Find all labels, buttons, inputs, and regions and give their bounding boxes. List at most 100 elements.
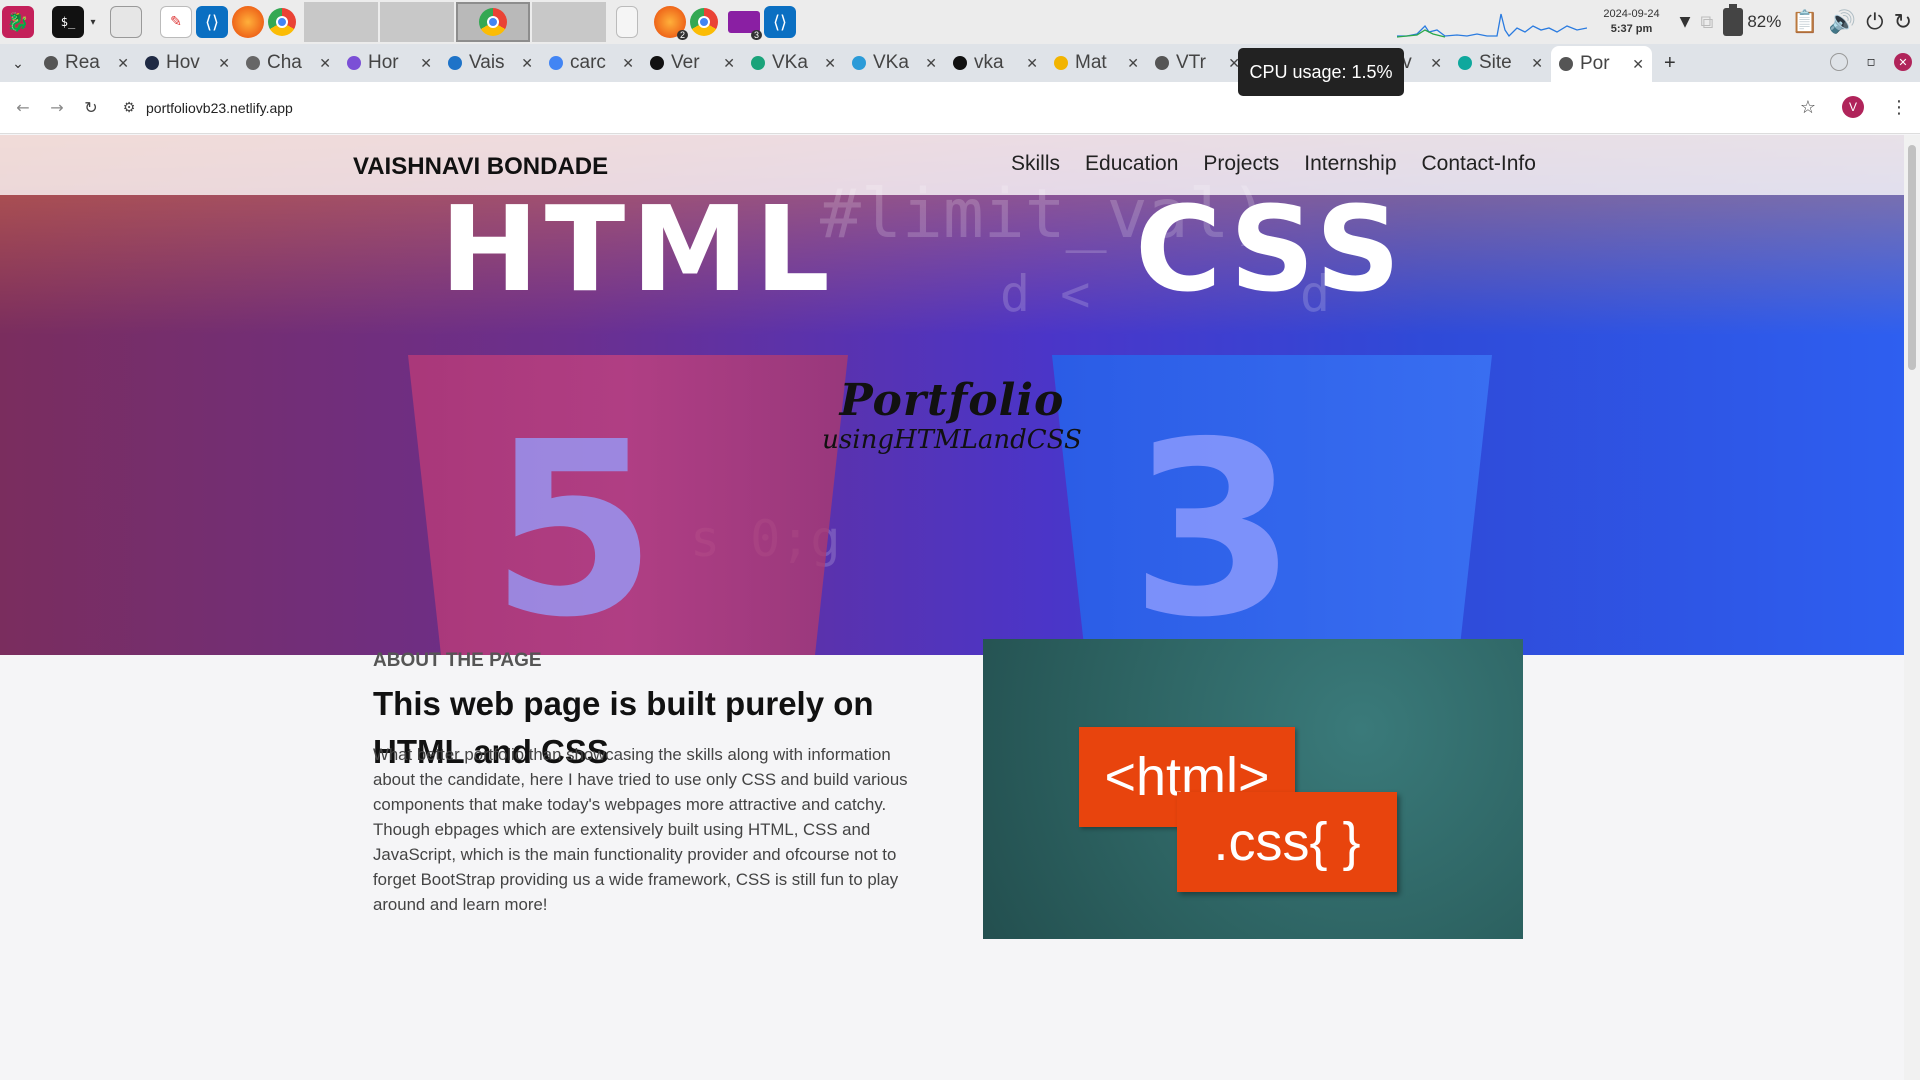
- tab-favicon-icon: [650, 56, 664, 70]
- volume-icon[interactable]: 🔊: [1829, 10, 1856, 35]
- tab-close-icon[interactable]: ✕: [420, 55, 432, 72]
- tab-close-icon[interactable]: ✕: [1531, 55, 1543, 72]
- tab-close-icon[interactable]: ✕: [117, 55, 129, 72]
- tab-close-icon[interactable]: ✕: [925, 55, 937, 72]
- taskbar-window-slot[interactable]: [304, 2, 378, 42]
- file-manager-icon: [110, 6, 142, 38]
- url-field[interactable]: portfoliovb23.netlify.app: [146, 100, 293, 116]
- firefox-group-button[interactable]: 2: [654, 2, 688, 42]
- tab-label: Hor: [368, 52, 399, 73]
- tab-label: Hov: [166, 52, 200, 73]
- taskbar-window-chrome-active[interactable]: [456, 2, 530, 42]
- vscode-button[interactable]: ⟨⟩: [196, 2, 228, 42]
- new-tab-button[interactable]: +: [1652, 52, 1688, 75]
- profile-avatar[interactable]: V: [1842, 96, 1864, 118]
- hero-banner: #limit_val) . d < d s 0;g 5 3 HTML CSS V…: [0, 135, 1904, 655]
- page-scrollbar[interactable]: [1904, 135, 1920, 1080]
- site-nav-links: Skills Education Projects Internship Con…: [1011, 152, 1536, 176]
- files-group-button[interactable]: 3: [728, 2, 762, 42]
- hero-title: Portfolio: [839, 375, 1065, 426]
- files-count-badge: 3: [750, 30, 762, 40]
- browser-menu-icon[interactable]: ⋮: [1890, 97, 1908, 118]
- vscode-group-button[interactable]: ⟨⟩: [764, 2, 796, 42]
- back-button[interactable]: ←: [6, 98, 40, 117]
- battery-indicator[interactable]: 82%: [1723, 4, 1781, 36]
- browser-tab[interactable]: Vais ✕: [440, 47, 541, 79]
- minimize-button[interactable]: [1830, 53, 1848, 71]
- tab-label: Cha: [267, 52, 302, 73]
- browser-tab[interactable]: Rea ✕: [36, 47, 137, 79]
- tab-close-icon[interactable]: ✕: [319, 55, 331, 72]
- tab-close-icon[interactable]: ✕: [1026, 55, 1038, 72]
- tab-close-icon[interactable]: ✕: [1430, 55, 1442, 72]
- battery-icon: [1723, 4, 1744, 36]
- browser-tab[interactable]: Mat ✕: [1046, 47, 1147, 79]
- tab-close-icon[interactable]: ✕: [622, 55, 634, 72]
- tab-favicon-icon: [1458, 56, 1472, 70]
- notes-button[interactable]: [616, 2, 638, 42]
- kali-menu-button[interactable]: 🐉: [2, 2, 34, 42]
- forward-button[interactable]: →: [40, 98, 74, 117]
- browser-tab[interactable]: VKa ✕: [743, 47, 844, 79]
- nav-link-contact-info[interactable]: Contact-Info: [1422, 152, 1536, 176]
- reload-button[interactable]: ↻: [74, 98, 108, 117]
- hero-word-html: HTML: [440, 180, 836, 318]
- taskbar: 🐉 $_ ▾ ✎ ⟨⟩ 2 3 ⟨⟩ 2024-09-24 5:37 pm ▼ …: [0, 0, 1920, 44]
- browser-tab[interactable]: VKa ✕: [844, 47, 945, 79]
- tab-close-icon[interactable]: ✕: [1632, 56, 1644, 73]
- tab-search-button[interactable]: ⌄: [0, 55, 36, 72]
- nav-link-projects[interactable]: Projects: [1203, 152, 1279, 176]
- browser-tab[interactable]: VTr ✕: [1147, 47, 1248, 79]
- terminal-icon: $_: [52, 6, 84, 38]
- browser-tab[interactable]: Site ✕: [1450, 47, 1551, 79]
- power-icon[interactable]: ⏻: [1866, 10, 1883, 35]
- browser-tab[interactable]: vka ✕: [945, 47, 1046, 79]
- site-info-icon[interactable]: ⚙: [114, 99, 144, 116]
- tab-close-icon[interactable]: ✕: [824, 55, 836, 72]
- nav-link-skills[interactable]: Skills: [1011, 152, 1060, 176]
- date-text: 2024-09-24: [1603, 8, 1660, 20]
- terminal-button[interactable]: $_: [52, 2, 84, 42]
- chrome-group-button[interactable]: [690, 2, 718, 42]
- browser-tab[interactable]: Por ✕: [1551, 46, 1652, 82]
- about-body: What better portfolio than showcasing th…: [373, 745, 908, 914]
- clipboard-icon[interactable]: 📋: [1791, 10, 1818, 35]
- browser-tab[interactable]: Hor ✕: [339, 47, 440, 79]
- chrome-button[interactable]: [268, 2, 296, 42]
- tab-label: Rea: [65, 52, 100, 73]
- tab-close-icon[interactable]: ✕: [521, 55, 533, 72]
- tab-label: Por: [1580, 53, 1610, 74]
- browser-tab[interactable]: Hov ✕: [137, 47, 238, 79]
- text-editor-button[interactable]: ✎: [160, 2, 192, 42]
- logout-icon[interactable]: ↻: [1894, 10, 1912, 35]
- cpu-usage-graph[interactable]: [1397, 6, 1588, 38]
- taskbar-window-slot[interactable]: [532, 2, 606, 42]
- clock[interactable]: 2024-09-24 5:37 pm: [1603, 7, 1659, 37]
- scrollbar-thumb[interactable]: [1908, 145, 1916, 370]
- firefox-button[interactable]: [232, 2, 264, 42]
- file-manager-button[interactable]: [110, 2, 142, 42]
- taskbar-window-slot[interactable]: [380, 2, 454, 42]
- html-css-illustration: <html> .css{ }: [983, 639, 1523, 939]
- tab-favicon-icon: [1155, 56, 1169, 70]
- bookmark-star-icon[interactable]: ☆: [1800, 97, 1816, 118]
- browser-tab[interactable]: Ver ✕: [642, 47, 743, 79]
- tab-close-icon[interactable]: ✕: [218, 55, 230, 72]
- tab-close-icon[interactable]: ✕: [1127, 55, 1139, 72]
- maximize-button[interactable]: ◻: [1862, 53, 1880, 71]
- close-window-button[interactable]: ✕: [1894, 53, 1912, 71]
- tab-close-icon[interactable]: ✕: [723, 55, 735, 72]
- browser-tab[interactable]: carc ✕: [541, 47, 642, 79]
- browser-tab[interactable]: Cha ✕: [238, 47, 339, 79]
- tab-favicon-icon: [852, 56, 866, 70]
- dropdown-arrow[interactable]: ▾: [88, 2, 98, 42]
- site-brand[interactable]: VAISHNAVI BONDADE: [353, 153, 608, 181]
- network-icon[interactable]: ⧉: [1700, 12, 1713, 33]
- tab-label: carc: [570, 52, 606, 73]
- hero-word-css: CSS: [1135, 180, 1407, 318]
- nav-link-internship[interactable]: Internship: [1304, 152, 1396, 176]
- tab-favicon-icon: [347, 56, 361, 70]
- wifi-icon[interactable]: ▼: [1680, 14, 1691, 30]
- window-controls: ◻ ✕: [1830, 53, 1912, 71]
- nav-link-education[interactable]: Education: [1085, 152, 1178, 176]
